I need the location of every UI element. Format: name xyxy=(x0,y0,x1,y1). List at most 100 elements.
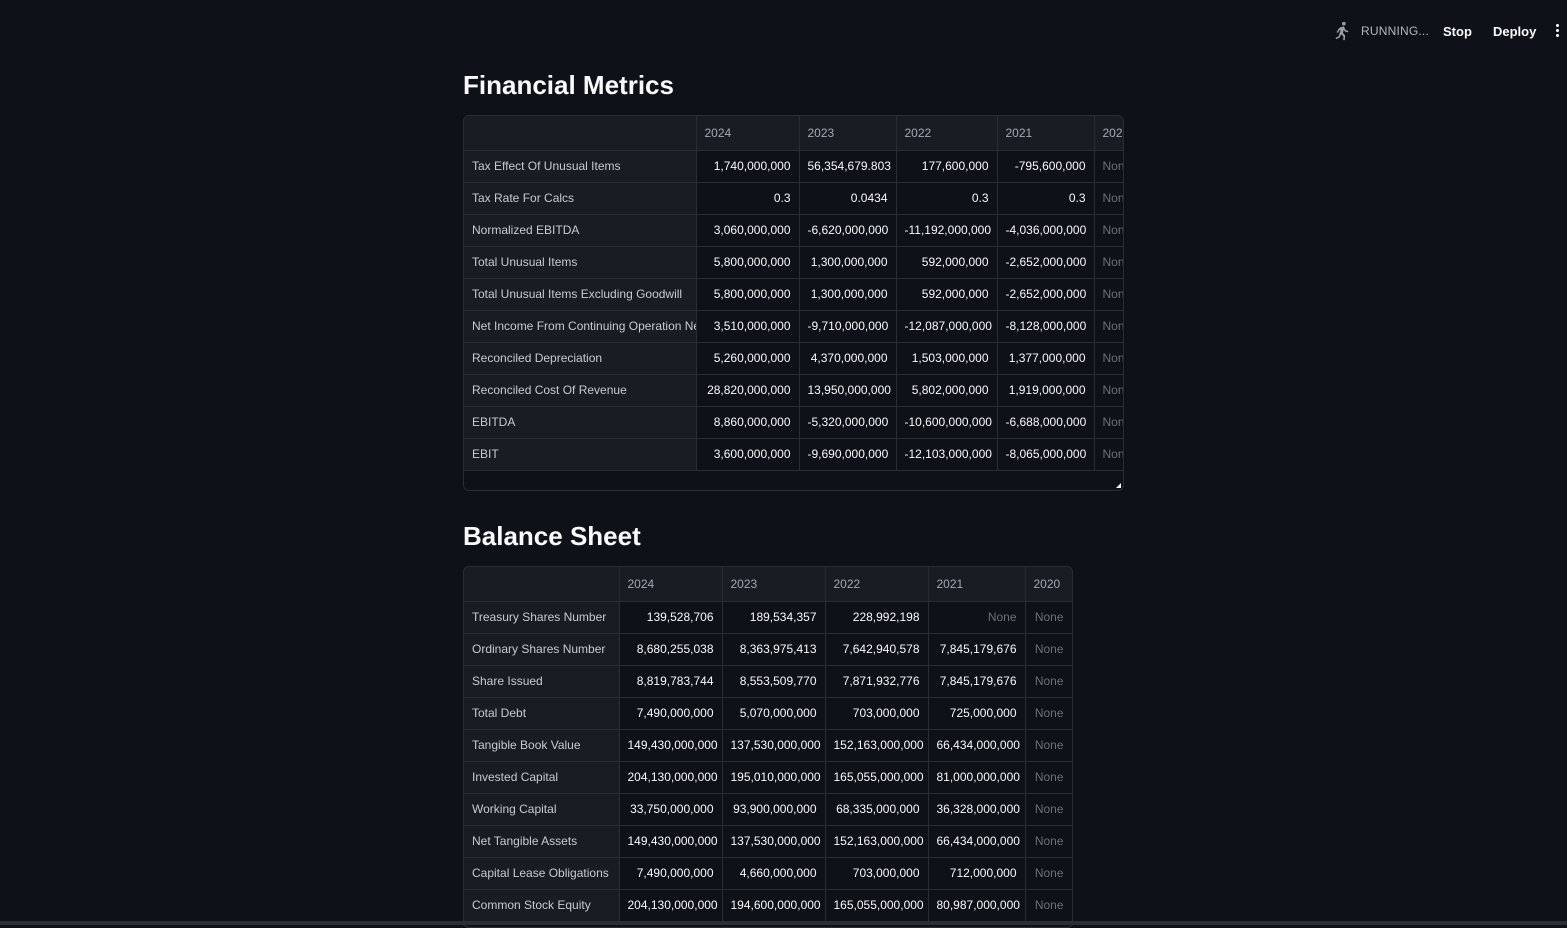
table-cell[interactable]: None xyxy=(1094,214,1124,246)
column-header[interactable]: 2020 xyxy=(1025,567,1072,601)
table-cell[interactable]: 8,680,255,038 xyxy=(619,633,722,665)
table-cell[interactable]: 149,430,000,000 xyxy=(619,825,722,857)
table-cell[interactable]: 703,000,000 xyxy=(825,857,928,889)
table-cell[interactable]: 1,300,000,000 xyxy=(799,278,896,310)
table-cell[interactable]: 5,800,000,000 xyxy=(696,246,799,278)
table-cell[interactable]: None xyxy=(1025,825,1072,857)
table-cell[interactable]: -12,103,000,000 xyxy=(896,438,997,470)
table-row[interactable]: Total Unusual Items5,800,000,0001,300,00… xyxy=(464,246,1124,278)
table-cell[interactable]: 81,000,000,000 xyxy=(928,761,1025,793)
table-cell[interactable]: -10,600,000,000 xyxy=(896,406,997,438)
table-cell[interactable]: 0.3 xyxy=(997,182,1094,214)
table-cell[interactable]: -12,087,000,000 xyxy=(896,310,997,342)
table-cell[interactable]: 8,363,975,413 xyxy=(722,633,825,665)
table-cell[interactable]: 137,530,000,000 xyxy=(722,729,825,761)
table-cell[interactable]: 0.0434 xyxy=(799,182,896,214)
table-cell[interactable]: -6,620,000,000 xyxy=(799,214,896,246)
table-cell[interactable]: 7,642,940,578 xyxy=(825,633,928,665)
table-row[interactable]: Ordinary Shares Number8,680,255,0388,363… xyxy=(464,633,1072,665)
table-cell[interactable]: 195,010,000,000 xyxy=(722,761,825,793)
column-header[interactable]: 2021 xyxy=(928,567,1025,601)
table-cell[interactable]: 139,528,706 xyxy=(619,601,722,633)
table-cell[interactable]: 5,802,000,000 xyxy=(896,374,997,406)
table-cell[interactable]: 4,370,000,000 xyxy=(799,342,896,374)
table-cell[interactable]: 0.3 xyxy=(896,182,997,214)
table-cell[interactable]: 8,819,783,744 xyxy=(619,665,722,697)
table-cell[interactable]: -2,652,000,000 xyxy=(997,246,1094,278)
table-cell[interactable]: 149,430,000,000 xyxy=(619,729,722,761)
table-cell[interactable]: 194,600,000,000 xyxy=(722,889,825,921)
table-row[interactable]: Tax Effect Of Unusual Items1,740,000,000… xyxy=(464,150,1124,182)
table-row[interactable]: Reconciled Cost Of Revenue28,820,000,000… xyxy=(464,374,1124,406)
table-cell[interactable]: 33,750,000,000 xyxy=(619,793,722,825)
table-cell[interactable]: 8,860,000,000 xyxy=(696,406,799,438)
table-cell[interactable]: 5,800,000,000 xyxy=(696,278,799,310)
table-cell[interactable]: 80,987,000,000 xyxy=(928,889,1025,921)
table-cell[interactable]: 3,510,000,000 xyxy=(696,310,799,342)
table-cell[interactable]: -795,600,000 xyxy=(997,150,1094,182)
table-cell[interactable]: None xyxy=(1025,857,1072,889)
table-cell[interactable]: -8,065,000,000 xyxy=(997,438,1094,470)
column-header[interactable]: 2022 xyxy=(825,567,928,601)
table-cell[interactable]: 177,600,000 xyxy=(896,150,997,182)
table-row[interactable]: Share Issued8,819,783,7448,553,509,7707,… xyxy=(464,665,1072,697)
table-cell[interactable]: 56,354,679.803 xyxy=(799,150,896,182)
horizontal-scrollbar[interactable] xyxy=(0,921,1567,925)
table-cell[interactable]: None xyxy=(1094,374,1124,406)
table-cell[interactable]: 204,130,000,000 xyxy=(619,889,722,921)
column-header[interactable]: 2020 xyxy=(1094,116,1124,150)
table-cell[interactable]: 592,000,000 xyxy=(896,246,997,278)
financial-metrics-table[interactable]: 2024 2023 2022 2021 2020 Tax Effect Of U… xyxy=(463,115,1124,491)
table-cell[interactable]: -11,192,000,000 xyxy=(896,214,997,246)
table-cell[interactable]: -9,710,000,000 xyxy=(799,310,896,342)
table-cell[interactable]: -5,320,000,000 xyxy=(799,406,896,438)
table-cell[interactable]: 1,300,000,000 xyxy=(799,246,896,278)
table-cell[interactable]: 7,490,000,000 xyxy=(619,857,722,889)
table-cell[interactable]: None xyxy=(1025,633,1072,665)
table-cell[interactable]: -8,128,000,000 xyxy=(997,310,1094,342)
table-row[interactable]: Capital Lease Obligations7,490,000,0004,… xyxy=(464,857,1072,889)
column-header[interactable]: 2023 xyxy=(799,116,896,150)
column-header[interactable]: 2024 xyxy=(696,116,799,150)
column-header[interactable]: 2022 xyxy=(896,116,997,150)
stop-button[interactable]: Stop xyxy=(1443,24,1472,39)
table-cell[interactable]: 8,553,509,770 xyxy=(722,665,825,697)
table-cell[interactable]: 152,163,000,000 xyxy=(825,729,928,761)
table-cell[interactable]: 0.3 xyxy=(696,182,799,214)
table-cell[interactable]: 5,070,000,000 xyxy=(722,697,825,729)
table-cell[interactable]: None xyxy=(1025,729,1072,761)
table-cell[interactable]: None xyxy=(1094,310,1124,342)
table-row[interactable]: Total Unusual Items Excluding Goodwill5,… xyxy=(464,278,1124,310)
table-cell[interactable]: 592,000,000 xyxy=(896,278,997,310)
table-cell[interactable]: 204,130,000,000 xyxy=(619,761,722,793)
table-cell[interactable]: 7,845,179,676 xyxy=(928,665,1025,697)
deploy-button[interactable]: Deploy xyxy=(1493,24,1536,39)
table-cell[interactable]: 28,820,000,000 xyxy=(696,374,799,406)
table-row[interactable]: Invested Capital204,130,000,000195,010,0… xyxy=(464,761,1072,793)
table-cell[interactable]: 66,434,000,000 xyxy=(928,729,1025,761)
table-cell[interactable]: 5,260,000,000 xyxy=(696,342,799,374)
table-cell[interactable]: 1,503,000,000 xyxy=(896,342,997,374)
table-row[interactable]: Working Capital33,750,000,00093,900,000,… xyxy=(464,793,1072,825)
table-cell[interactable]: 3,600,000,000 xyxy=(696,438,799,470)
table-cell[interactable]: None xyxy=(1094,246,1124,278)
table-cell[interactable]: 7,490,000,000 xyxy=(619,697,722,729)
column-header[interactable]: 2021 xyxy=(997,116,1094,150)
table-cell[interactable]: 137,530,000,000 xyxy=(722,825,825,857)
table-cell[interactable]: None xyxy=(1025,665,1072,697)
table-cell[interactable]: 152,163,000,000 xyxy=(825,825,928,857)
balance-sheet-table[interactable]: 2024 2023 2022 2021 2020 Treasury Shares… xyxy=(463,566,1073,928)
table-cell[interactable]: None xyxy=(1025,697,1072,729)
table-row[interactable]: Net Tangible Assets149,430,000,000137,53… xyxy=(464,825,1072,857)
table-cell[interactable]: None xyxy=(1025,889,1072,921)
table-row[interactable]: Reconciled Depreciation5,260,000,0004,37… xyxy=(464,342,1124,374)
table-cell[interactable]: None xyxy=(1094,150,1124,182)
column-header[interactable]: 2024 xyxy=(619,567,722,601)
table-cell[interactable]: 3,060,000,000 xyxy=(696,214,799,246)
table-cell[interactable]: None xyxy=(1094,406,1124,438)
table-row[interactable]: EBITDA8,860,000,000-5,320,000,000-10,600… xyxy=(464,406,1124,438)
table-row[interactable]: Tax Rate For Calcs0.30.04340.30.3None xyxy=(464,182,1124,214)
table-row[interactable]: Tangible Book Value149,430,000,000137,53… xyxy=(464,729,1072,761)
table-cell[interactable]: 1,377,000,000 xyxy=(997,342,1094,374)
column-header[interactable]: 2023 xyxy=(722,567,825,601)
